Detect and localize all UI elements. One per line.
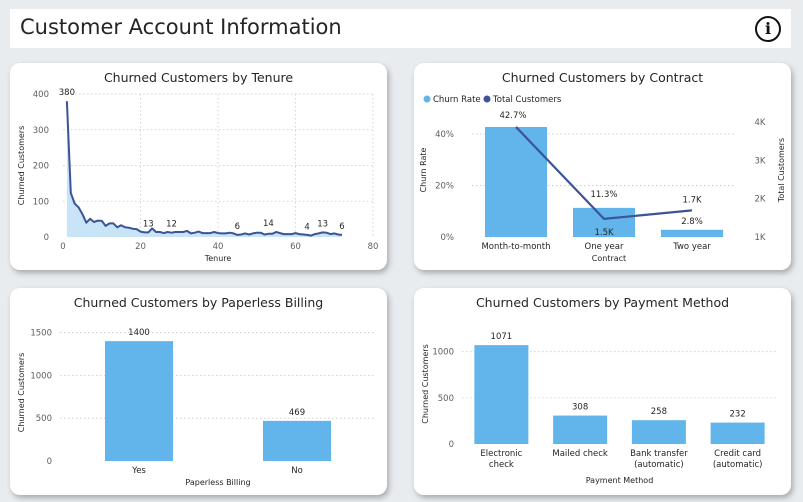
x-tick-label: Credit card (714, 449, 761, 459)
x-axis-title: Payment Method (586, 476, 654, 485)
payment-chart-card[interactable]: Churned Customers by Payment Method 0 500… (414, 288, 791, 495)
x-tick-label: 40 (213, 242, 224, 252)
data-label: 11.3% (590, 190, 617, 200)
data-label: 13 (317, 219, 328, 229)
paperless-bar-chart: 0 500 1000 1500 Churned Customers 1400 Yes 469 N… (17, 328, 376, 487)
paperless-chart-card[interactable]: Churned Customers by Paperless Billing 0… (10, 288, 387, 495)
y-tick-label: 1000 (432, 348, 454, 358)
bar (474, 345, 529, 444)
tenure-area-chart: 0 100 200 300 400 0 20 40 60 80 Tenure Churned Cust… (17, 88, 379, 263)
y-tick-label: 100 (33, 197, 49, 207)
payment-bar-chart: 0 500 1000Churned Customers 1071 Electronicc… (421, 332, 777, 485)
x-tick-label: Electronic (480, 449, 522, 459)
x-tick-label: No (291, 466, 303, 476)
data-label: 469 (289, 408, 305, 418)
data-label: 1071 (491, 332, 513, 342)
bar (485, 126, 547, 237)
x-axis-title: Tenure (204, 254, 232, 263)
bar (661, 229, 723, 237)
tenure-chart-card[interactable]: Churned Customers by Tenure 0 100 200 300 40… (10, 63, 387, 270)
y-tick-label: 0 (449, 440, 454, 450)
data-label: 380 (59, 88, 75, 98)
area-fill (66, 101, 342, 237)
y-axis-title: Churned Customers (17, 126, 26, 206)
page-header: Customer Account Information i (10, 9, 791, 48)
data-label: 12 (166, 220, 177, 230)
x-tick-label: check (489, 460, 514, 470)
y2-tick-label: 3K (755, 156, 766, 166)
contract-combo-chart: Churn Rate Total Customers 0% 20% 40% 1K 2K 3K 4… (419, 95, 786, 263)
y2-tick-label: 2K (755, 195, 766, 205)
y-tick-label: 1000 (30, 371, 52, 381)
series-line (65, 101, 343, 237)
bar (710, 422, 765, 444)
data-label: 308 (572, 403, 588, 413)
x-tick-label: 60 (290, 242, 301, 252)
y-tick-label: 300 (33, 126, 49, 136)
x-tick-label: (automatic) (634, 460, 684, 470)
legend-label: Churn Rate (433, 95, 481, 105)
x-tick-label: Mailed check (552, 449, 608, 459)
x-tick-label: (automatic) (713, 460, 763, 470)
x-tick-label: Yes (131, 466, 146, 476)
y-tick-label: 500 (36, 414, 52, 424)
y-tick-label: 0% (441, 233, 455, 243)
y-tick-label: 400 (33, 90, 49, 100)
x-tick-label: Month-to-month (481, 242, 550, 252)
data-label: 1.5K (594, 228, 614, 238)
y-tick-label: 0 (44, 233, 49, 243)
legend-label: Total Customers (492, 95, 562, 105)
bar (553, 415, 608, 444)
data-label: 14 (263, 219, 274, 229)
data-label: 1400 (128, 328, 150, 338)
data-label: 232 (730, 410, 746, 420)
y2-tick-label: 1K (755, 233, 766, 243)
contract-chart-card[interactable]: Churned Customers by Contract Churn Rate… (414, 63, 791, 270)
data-label: 1.7K (682, 195, 702, 205)
y-tick-label: 20% (435, 181, 454, 191)
y-tick-label: 40% (435, 130, 454, 140)
legend-marker (483, 95, 491, 103)
data-label: 6 (235, 222, 240, 232)
x-axis-title: Contract (592, 254, 626, 263)
y-axis-title: Churned Customers (421, 344, 430, 424)
x-tick-label: Bank transfer (630, 449, 688, 459)
data-label: 6 (339, 222, 344, 232)
x-tick-label: 0 (60, 242, 65, 252)
y2-axis-title: Total Customers (777, 138, 786, 203)
bar (105, 341, 173, 461)
x-tick-label: 20 (135, 242, 146, 252)
x-tick-label: One year (585, 242, 624, 252)
bar (263, 420, 331, 461)
data-label: 4 (304, 223, 309, 233)
x-axis-title: Paperless Billing (185, 478, 250, 487)
info-icon[interactable]: i (755, 16, 781, 42)
y-axis-title: Churned Customers (17, 353, 26, 433)
data-label: 42.7% (499, 111, 526, 121)
y-axis-title: Churn Rate (419, 148, 428, 193)
x-tick-label: Two year (672, 242, 711, 252)
legend-marker (423, 95, 431, 103)
y2-tick-label: 4K (755, 118, 766, 128)
bar (631, 420, 686, 444)
y-tick-label: 200 (33, 162, 49, 172)
y-tick-label: 500 (438, 394, 454, 404)
data-label: 258 (651, 407, 667, 417)
x-tick-label: 80 (368, 242, 379, 252)
data-label: 2.8% (681, 217, 703, 227)
data-label: 13 (143, 219, 154, 229)
page-title: Customer Account Information (20, 15, 342, 39)
y-tick-label: 0 (47, 457, 52, 467)
y-tick-label: 1500 (30, 329, 52, 339)
